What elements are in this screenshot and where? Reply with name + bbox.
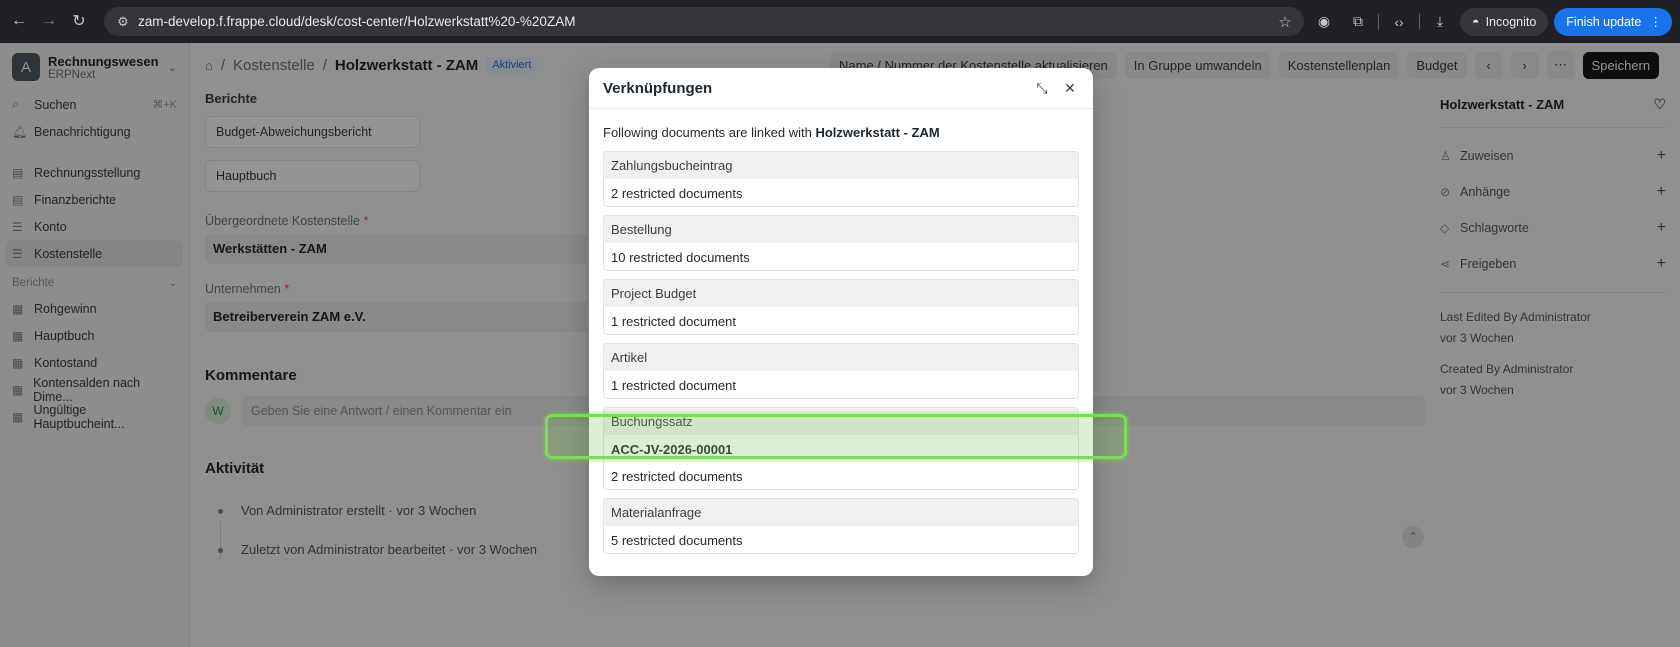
link-group-header: Artikel <box>604 344 1078 371</box>
link-group-materialanfrage: Materialanfrage 5 restricted documents <box>603 498 1079 554</box>
address-bar[interactable]: ⚙ zam-develop.f.frappe.cloud/desk/cost-c… <box>104 7 1304 36</box>
bookmark-star-icon[interactable]: ☆ <box>1270 13 1300 31</box>
link-group-header: Zahlungsbucheintrag <box>604 152 1078 179</box>
toolbar-divider <box>1419 13 1420 30</box>
download-icon[interactable]: ⤓ <box>1426 13 1454 30</box>
link-group-project-budget: Project Budget 1 restricted document <box>603 279 1079 335</box>
more-vert-icon: ⋮ <box>1649 15 1662 29</box>
dialog-header: Verknüpfungen ⤡ ✕ <box>589 68 1093 108</box>
finish-update-button[interactable]: Finish update ⋮ <box>1554 7 1672 36</box>
extensions-icon[interactable]: ⧉ <box>1344 13 1372 30</box>
link-row: 1 restricted document <box>604 307 1078 334</box>
link-row: 2 restricted documents <box>604 462 1078 489</box>
link-row: 5 restricted documents <box>604 526 1078 553</box>
link-group-artikel: Artikel 1 restricted document <box>603 343 1079 399</box>
link-row: 2 restricted documents <box>604 179 1078 206</box>
link-group-header: Project Budget <box>604 280 1078 307</box>
incognito-label: Incognito <box>1485 14 1537 29</box>
link-group-zahlungsbucheintrag: Zahlungsbucheintrag 2 restricted documen… <box>603 151 1079 207</box>
minimize-icon[interactable]: ⤡ <box>1033 80 1051 97</box>
forward-icon[interactable]: → <box>34 6 64 36</box>
link-row: 1 restricted document <box>604 371 1078 398</box>
link-group-bestellung: Bestellung 10 restricted documents <box>603 215 1079 271</box>
incognito-badge[interactable]: ◓ Incognito <box>1460 7 1549 36</box>
devtools-icon[interactable]: ‹› <box>1385 14 1413 30</box>
reload-icon[interactable]: ↻ <box>64 6 94 36</box>
dialog-title: Verknüpfungen <box>603 79 713 97</box>
extension-owl-icon[interactable]: ◉ <box>1310 13 1338 30</box>
incognito-icon: ◓ <box>1472 14 1480 29</box>
link-group-header: Materialanfrage <box>604 499 1078 526</box>
url-text[interactable]: zam-develop.f.frappe.cloud/desk/cost-cen… <box>138 14 1270 29</box>
dialog-intro: Following documents are linked with Holz… <box>603 125 940 140</box>
links-dialog: Verknüpfungen ⤡ ✕ Following documents ar… <box>589 68 1093 576</box>
link-group-header: Bestellung <box>604 216 1078 243</box>
highlight-box <box>545 414 1127 459</box>
back-icon[interactable]: ← <box>4 6 34 36</box>
link-row: 10 restricted documents <box>604 243 1078 270</box>
toolbar-divider <box>1378 13 1379 30</box>
close-icon[interactable]: ✕ <box>1061 80 1079 97</box>
site-settings-icon[interactable]: ⚙ <box>108 14 138 30</box>
finish-update-label: Finish update <box>1566 14 1642 29</box>
browser-toolbar: ← → ↻ ⚙ zam-develop.f.frappe.cloud/desk/… <box>0 0 1680 43</box>
